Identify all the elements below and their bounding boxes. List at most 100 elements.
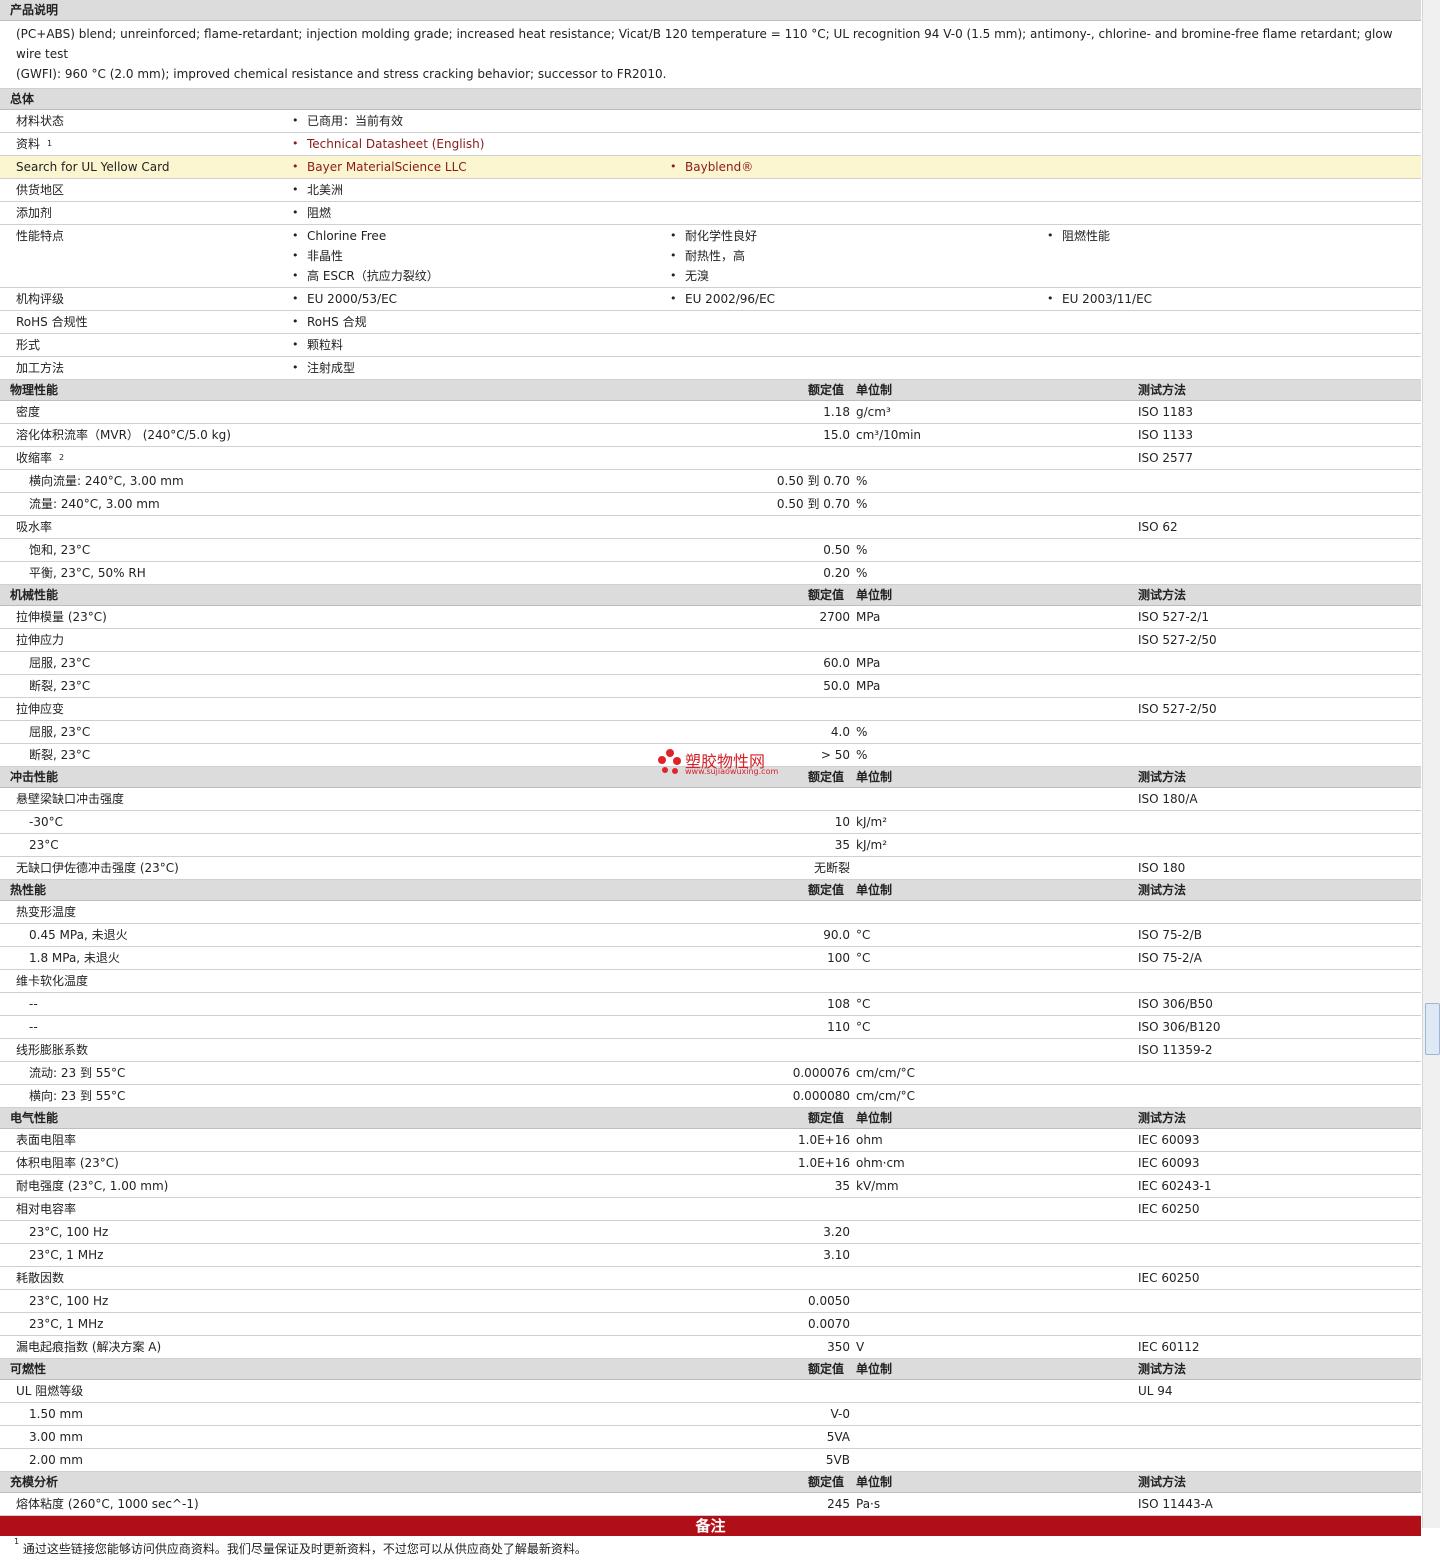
property-label: 吸水率 <box>16 520 53 534</box>
table-row: 维卡软化温度 <box>0 970 1421 993</box>
section-title: 产品说明 <box>10 3 59 17</box>
table-row: 吸水率 ISO 62 <box>0 516 1421 539</box>
test-method: ISO 2577 <box>1138 451 1193 465</box>
general-row: 机构评级 EU 2000/53/EC EU 2002/96/EC EU 2003/11… <box>0 288 1421 311</box>
property-label: 0.45 MPa, 未退火 <box>29 928 128 942</box>
property-label: 横向流量: 240°C, 3.00 mm <box>29 474 184 488</box>
general-item: Chlorine Free <box>292 225 386 247</box>
section-header: 充模分析 额定值 单位制 测试方法 <box>0 1472 1421 1493</box>
test-method: UL 94 <box>1138 1384 1173 1398</box>
section-header: 可燃性 额定值 单位制 测试方法 <box>0 1359 1421 1380</box>
property-label: 耐电强度 (23°C, 1.00 mm) <box>16 1179 169 1193</box>
property-unit: ohm·cm <box>856 1156 905 1170</box>
footnote-ref: 1 <box>47 139 53 148</box>
section-header: 电气性能 额定值 单位制 测试方法 <box>0 1108 1421 1129</box>
property-label: 无缺口伊佐德冲击强度 (23°C) <box>16 861 179 875</box>
property-unit: % <box>856 725 868 739</box>
table-row: 热变形温度 <box>0 901 1421 924</box>
test-method: IEC 60112 <box>1138 1340 1200 1354</box>
property-label: 流动: 23 到 55°C <box>29 1066 126 1080</box>
section-header: 热性能 额定值 单位制 测试方法 <box>0 880 1421 901</box>
general-label: 添加剂 <box>16 206 53 220</box>
property-unit: % <box>856 566 868 580</box>
general-item: 颗粒料 <box>292 334 343 356</box>
property-value: 0.000076 <box>792 1066 850 1080</box>
test-method: ISO 527-2/50 <box>1138 702 1217 716</box>
watermark-dot <box>672 768 678 774</box>
property-unit: °C <box>856 1020 871 1034</box>
table-row: 饱和, 23°C 0.50% <box>0 539 1421 562</box>
column-header-method: 测试方法 <box>1138 883 1187 897</box>
table-row: 23°C, 1 MHz 0.0070 <box>0 1313 1421 1336</box>
property-value: 245 <box>827 1497 850 1511</box>
general-link[interactable]: Bayblend® <box>670 156 753 178</box>
scrollbar-thumb[interactable] <box>1425 1003 1440 1055</box>
table-row: 1.8 MPa, 未退火 100 °C ISO 75-2/A <box>0 947 1421 970</box>
property-unit: kV/mm <box>856 1179 899 1193</box>
property-unit: % <box>856 474 868 488</box>
table-row: 拉伸模量 (23°C) 2700 MPa ISO 527-2/1 <box>0 606 1421 629</box>
general-item: EU 2002/96/EC <box>670 288 775 310</box>
property-value: > 50 <box>820 748 850 762</box>
vertical-scrollbar[interactable] <box>1422 0 1440 1528</box>
property-value: 35 <box>834 1179 850 1193</box>
property-sections: 物理性能 额定值 单位制 测试方法 密度 1.18 g/cm³ ISO 1183 溶化体积流率（… <box>0 380 1421 1516</box>
description-line: (GWFI): 960 °C (2.0 mm); improved chemic… <box>16 67 667 81</box>
test-method: IEC 60093 <box>1138 1133 1200 1147</box>
property-value: 5VA <box>826 1430 850 1444</box>
table-row: 悬壁梁缺口冲击强度 ISO 180/A <box>0 788 1421 811</box>
property-label: 漏电起痕指数 (解决方案 A) <box>16 1340 162 1354</box>
property-label: 3.00 mm <box>29 1430 83 1444</box>
general-label: 机构评级 <box>16 292 65 306</box>
property-unit: cm³/10min <box>856 428 922 442</box>
general-item: 非晶性 <box>292 245 343 267</box>
property-label: 横向: 23 到 55°C <box>29 1089 126 1103</box>
property-label: 流量: 240°C, 3.00 mm <box>29 497 160 511</box>
property-label: 屈服, 23°C <box>29 725 91 739</box>
column-header-value: 额定值 <box>808 588 845 602</box>
general-item: EU 2000/53/EC <box>292 288 397 310</box>
table-row: 0.45 MPa, 未退火 90.0 °C ISO 75-2/B <box>0 924 1421 947</box>
watermark-dot <box>662 767 668 773</box>
column-header-unit: 单位制 <box>856 588 893 602</box>
test-method: IEC 60243-1 <box>1138 1179 1212 1193</box>
property-value: 0.0070 <box>808 1317 850 1331</box>
property-label: 断裂, 23°C <box>29 748 91 762</box>
property-label: 溶化体积流率（MVR） (240°C/5.0 kg) <box>16 428 231 442</box>
property-label: 断裂, 23°C <box>29 679 91 693</box>
table-row: 23°C, 1 MHz 3.10 <box>0 1244 1421 1267</box>
table-row: 线形膨胀系数 ISO 11359-2 <box>0 1039 1421 1062</box>
general-label: 资料 <box>16 137 41 151</box>
section-title: 电气性能 <box>10 1111 59 1125</box>
general-link[interactable]: Technical Datasheet (English) <box>292 133 484 155</box>
property-label: 表面电阻率 <box>16 1133 77 1147</box>
general-item: 高 ESCR（抗应力裂纹） <box>292 265 439 287</box>
table-row: 23°C, 100 Hz 0.0050 <box>0 1290 1421 1313</box>
section-title: 热性能 <box>10 883 47 897</box>
table-row: 屈服, 23°C 60.0 MPa <box>0 652 1421 675</box>
property-value: 10 <box>834 815 850 829</box>
table-row: 熔体粘度 (260°C, 1000 sec^-1) 245 Pa·s ISO 1144… <box>0 1493 1421 1516</box>
test-method: ISO 62 <box>1138 520 1178 534</box>
property-label: 热变形温度 <box>16 905 77 919</box>
section-title: 可燃性 <box>10 1362 47 1376</box>
footnote-number: 1 <box>14 1537 20 1546</box>
property-label: 熔体粘度 (260°C, 1000 sec^-1) <box>16 1497 199 1511</box>
general-item: 耐热性，高 <box>670 245 745 267</box>
table-row: 耗散因数 IEC 60250 <box>0 1267 1421 1290</box>
general-link[interactable]: Bayer MaterialScience LLC <box>292 156 467 178</box>
test-method: ISO 11359-2 <box>1138 1043 1213 1057</box>
property-value: 0.50 到 0.70 <box>776 497 850 511</box>
property-value: 0.50 <box>823 543 850 557</box>
general-label: 供货地区 <box>16 183 65 197</box>
general-label: 加工方法 <box>16 361 65 375</box>
general-row: 加工方法 注射成型 <box>0 357 1421 380</box>
section-header-description: 产品说明 <box>0 0 1421 21</box>
table-row: 收缩率 2 ISO 2577 <box>0 447 1421 470</box>
property-unit: cm/cm/°C <box>856 1089 916 1103</box>
property-label: 1.8 MPa, 未退火 <box>29 951 120 965</box>
general-label: RoHS 合规性 <box>16 315 88 329</box>
column-header-value: 额定值 <box>808 1475 845 1489</box>
property-label: 收缩率 <box>16 451 53 465</box>
table-row: 2.00 mm 5VB <box>0 1449 1421 1472</box>
